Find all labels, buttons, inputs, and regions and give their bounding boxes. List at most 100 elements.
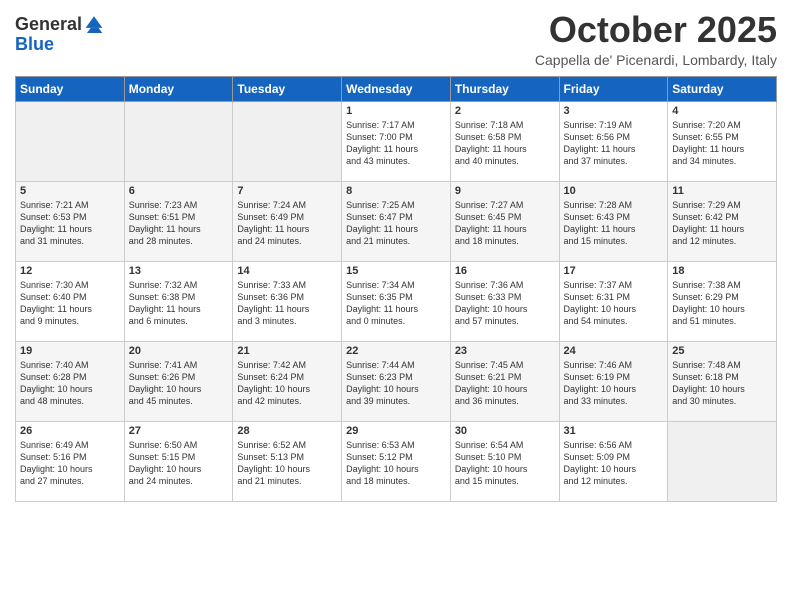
calendar-cell: 11 Sunrise: 7:29 AMSunset: 6:42 PMDayligh…: [668, 181, 777, 261]
calendar-cell: 29 Sunrise: 6:53 AMSunset: 5:12 PMDayligh…: [342, 421, 451, 501]
calendar-cell: 19 Sunrise: 7:40 AMSunset: 6:28 PMDayligh…: [16, 341, 125, 421]
location-subtitle: Cappella de' Picenardi, Lombardy, Italy: [535, 52, 777, 68]
day-number: 30: [455, 425, 555, 437]
logo-blue: Blue: [15, 34, 54, 54]
header-monday: Monday: [124, 76, 233, 101]
day-number: 28: [237, 425, 337, 437]
day-info: Sunrise: 7:44 AMSunset: 6:23 PMDaylight:…: [346, 359, 446, 408]
calendar-cell: 23Sunrise: 7:45 AMSunset: 6:21 PMDayligh…: [450, 341, 559, 421]
calendar-cell: 22 Sunrise: 7:44 AMSunset: 6:23 PMDayligh…: [342, 341, 451, 421]
calendar-cell: 7Sunrise: 7:24 AMSunset: 6:49 PMDaylight…: [233, 181, 342, 261]
calendar-cell: 8 Sunrise: 7:25 AMSunset: 6:47 PMDaylight…: [342, 181, 451, 261]
day-info: Sunrise: 7:45 AMSunset: 6:21 PMDaylight:…: [455, 359, 555, 408]
calendar-week-5: 26 Sunrise: 6:49 AMSunset: 5:16 PMDayligh…: [16, 421, 777, 501]
calendar-cell: [233, 101, 342, 181]
logo-general: General: [15, 14, 82, 34]
day-info: Sunrise: 7:37 AMSunset: 6:31 PMDaylight:…: [564, 279, 664, 328]
logo: General Blue: [15, 15, 105, 55]
day-info: Sunrise: 7:46 AMSunset: 6:19 PMDaylight:…: [564, 359, 664, 408]
day-number: 15: [346, 265, 446, 277]
day-info: Sunrise: 7:25 AMSunset: 6:47 PMDaylight:…: [346, 199, 446, 248]
calendar-cell: 21 Sunrise: 7:42 AMSunset: 6:24 PMDayligh…: [233, 341, 342, 421]
day-number: 3: [564, 105, 664, 117]
calendar-cell: 24 Sunrise: 7:46 AMSunset: 6:19 PMDayligh…: [559, 341, 668, 421]
day-number: 1: [346, 105, 446, 117]
logo-icon: [83, 15, 105, 33]
day-info: Sunrise: 7:32 AMSunset: 6:38 PMDaylight:…: [129, 279, 229, 328]
day-info: Sunrise: 7:42 AMSunset: 6:24 PMDaylight:…: [237, 359, 337, 408]
day-info: Sunrise: 7:19 AMSunset: 6:56 PMDaylight:…: [564, 119, 664, 168]
header-friday: Friday: [559, 76, 668, 101]
day-info: Sunrise: 6:49 AMSunset: 5:16 PMDaylight:…: [20, 439, 120, 488]
day-number: 19: [20, 345, 120, 357]
day-info: Sunrise: 7:21 AMSunset: 6:53 PMDaylight:…: [20, 199, 120, 248]
day-info: Sunrise: 7:20 AMSunset: 6:55 PMDaylight:…: [672, 119, 772, 168]
header-wednesday: Wednesday: [342, 76, 451, 101]
header-tuesday: Tuesday: [233, 76, 342, 101]
calendar-cell: 2 Sunrise: 7:18 AMSunset: 6:58 PMDaylight…: [450, 101, 559, 181]
calendar-cell: 17 Sunrise: 7:37 AMSunset: 6:31 PMDayligh…: [559, 261, 668, 341]
day-info: Sunrise: 7:18 AMSunset: 6:58 PMDaylight:…: [455, 119, 555, 168]
day-number: 8: [346, 185, 446, 197]
day-number: 10: [564, 185, 664, 197]
calendar-cell: [668, 421, 777, 501]
calendar-cell: [124, 101, 233, 181]
day-info: Sunrise: 7:23 AMSunset: 6:51 PMDaylight:…: [129, 199, 229, 248]
calendar-cell: 20Sunrise: 7:41 AMSunset: 6:26 PMDayligh…: [124, 341, 233, 421]
day-info: Sunrise: 7:28 AMSunset: 6:43 PMDaylight:…: [564, 199, 664, 248]
day-number: 2: [455, 105, 555, 117]
day-number: 11: [672, 185, 772, 197]
header-thursday: Thursday: [450, 76, 559, 101]
month-title: October 2025: [535, 10, 777, 50]
day-number: 25: [672, 345, 772, 357]
header-sunday: Sunday: [16, 76, 125, 101]
day-number: 16: [455, 265, 555, 277]
day-info: Sunrise: 7:27 AMSunset: 6:45 PMDaylight:…: [455, 199, 555, 248]
calendar-cell: 14Sunrise: 7:33 AMSunset: 6:36 PMDayligh…: [233, 261, 342, 341]
calendar-cell: 26 Sunrise: 6:49 AMSunset: 5:16 PMDayligh…: [16, 421, 125, 501]
calendar-week-2: 5 Sunrise: 7:21 AMSunset: 6:53 PMDaylight…: [16, 181, 777, 261]
header-saturday: Saturday: [668, 76, 777, 101]
day-number: 26: [20, 425, 120, 437]
day-info: Sunrise: 7:34 AMSunset: 6:35 PMDaylight:…: [346, 279, 446, 328]
day-number: 5: [20, 185, 120, 197]
day-info: Sunrise: 6:54 AMSunset: 5:10 PMDaylight:…: [455, 439, 555, 488]
calendar-cell: 12 Sunrise: 7:30 AMSunset: 6:40 PMDayligh…: [16, 261, 125, 341]
title-area: October 2025 Cappella de' Picenardi, Lom…: [535, 10, 777, 68]
calendar-cell: 18Sunrise: 7:38 AMSunset: 6:29 PMDayligh…: [668, 261, 777, 341]
day-number: 13: [129, 265, 229, 277]
day-number: 6: [129, 185, 229, 197]
day-number: 21: [237, 345, 337, 357]
day-info: Sunrise: 6:53 AMSunset: 5:12 PMDaylight:…: [346, 439, 446, 488]
day-info: Sunrise: 6:50 AMSunset: 5:15 PMDaylight:…: [129, 439, 229, 488]
calendar-week-4: 19 Sunrise: 7:40 AMSunset: 6:28 PMDayligh…: [16, 341, 777, 421]
calendar-cell: 31Sunrise: 6:56 AMSunset: 5:09 PMDayligh…: [559, 421, 668, 501]
day-number: 24: [564, 345, 664, 357]
logo-text-block: General Blue: [15, 15, 105, 55]
day-info: Sunrise: 7:40 AMSunset: 6:28 PMDaylight:…: [20, 359, 120, 408]
calendar-cell: 25Sunrise: 7:48 AMSunset: 6:18 PMDayligh…: [668, 341, 777, 421]
day-number: 31: [564, 425, 664, 437]
day-info: Sunrise: 7:38 AMSunset: 6:29 PMDaylight:…: [672, 279, 772, 328]
calendar-cell: 1 Sunrise: 7:17 AMSunset: 7:00 PMDaylight…: [342, 101, 451, 181]
day-number: 17: [564, 265, 664, 277]
calendar-cell: 9 Sunrise: 7:27 AMSunset: 6:45 PMDaylight…: [450, 181, 559, 261]
day-number: 7: [237, 185, 337, 197]
day-info: Sunrise: 6:52 AMSunset: 5:13 PMDaylight:…: [237, 439, 337, 488]
day-info: Sunrise: 7:30 AMSunset: 6:40 PMDaylight:…: [20, 279, 120, 328]
day-number: 9: [455, 185, 555, 197]
calendar-cell: 13 Sunrise: 7:32 AMSunset: 6:38 PMDayligh…: [124, 261, 233, 341]
day-number: 27: [129, 425, 229, 437]
day-number: 29: [346, 425, 446, 437]
page-container: General Blue October 2025 Cappella de' P…: [0, 0, 792, 512]
calendar-week-3: 12 Sunrise: 7:30 AMSunset: 6:40 PMDayligh…: [16, 261, 777, 341]
day-info: Sunrise: 7:29 AMSunset: 6:42 PMDaylight:…: [672, 199, 772, 248]
day-info: Sunrise: 7:36 AMSunset: 6:33 PMDaylight:…: [455, 279, 555, 328]
calendar-cell: 27 Sunrise: 6:50 AMSunset: 5:15 PMDayligh…: [124, 421, 233, 501]
day-info: Sunrise: 7:33 AMSunset: 6:36 PMDaylight:…: [237, 279, 337, 328]
day-info: Sunrise: 7:17 AMSunset: 7:00 PMDaylight:…: [346, 119, 446, 168]
calendar-week-1: 1 Sunrise: 7:17 AMSunset: 7:00 PMDaylight…: [16, 101, 777, 181]
calendar-cell: 28 Sunrise: 6:52 AMSunset: 5:13 PMDayligh…: [233, 421, 342, 501]
day-number: 12: [20, 265, 120, 277]
day-number: 22: [346, 345, 446, 357]
